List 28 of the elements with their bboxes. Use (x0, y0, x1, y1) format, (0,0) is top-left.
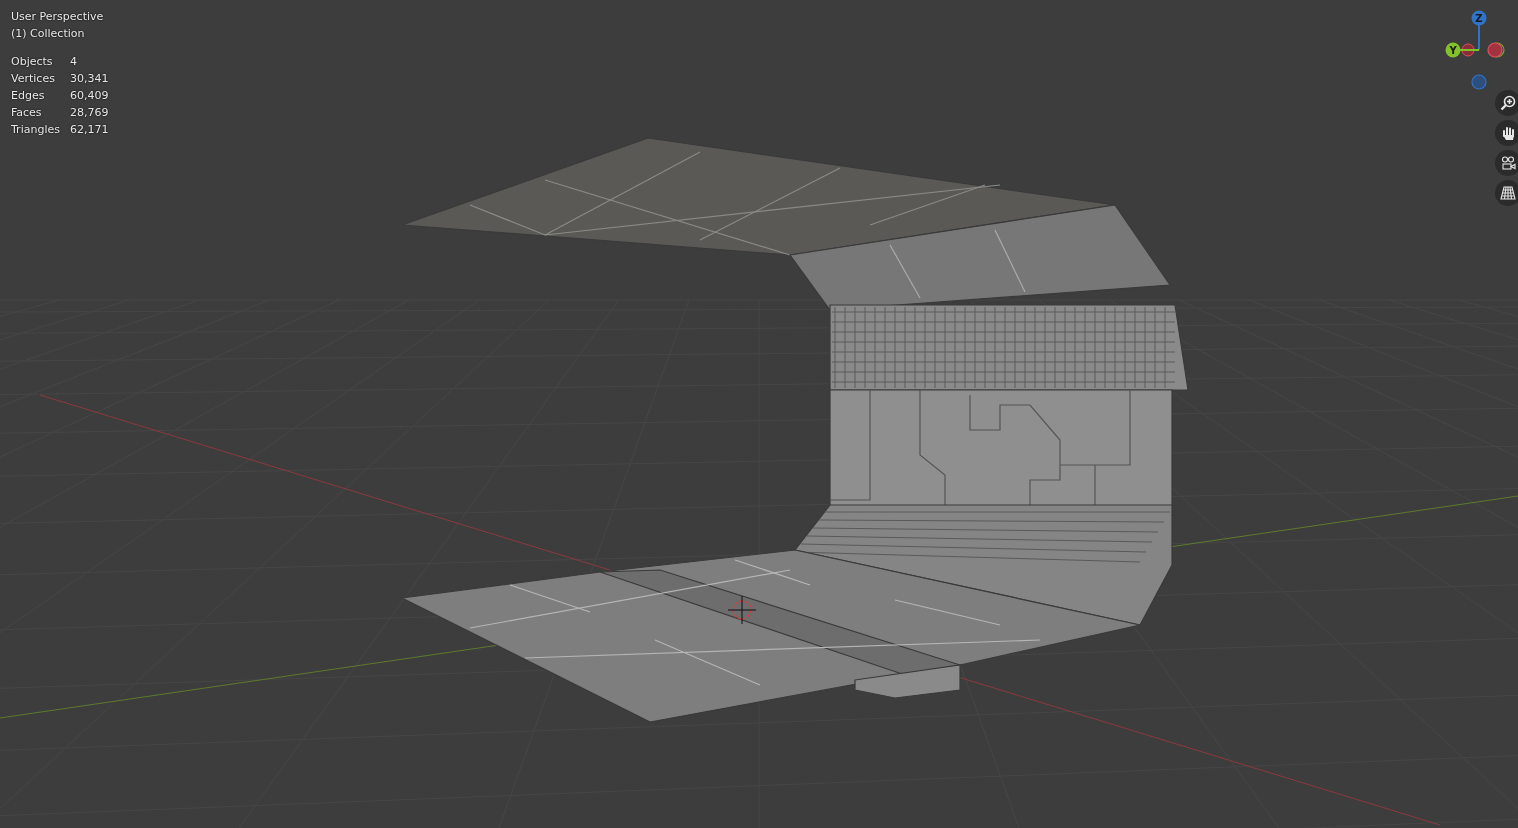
grid-icon (1500, 185, 1516, 201)
stat-label: Objects (11, 54, 54, 70)
zoom-view-button[interactable] (1495, 90, 1518, 116)
zoom-icon (1500, 95, 1516, 111)
view-name: User Perspective (11, 9, 105, 25)
camera-icon (1500, 155, 1516, 171)
stat-value: 60,409 (70, 88, 109, 104)
collection-name: (1) Collection (11, 26, 86, 42)
stat-label: Edges (11, 88, 46, 104)
axis-handle[interactable] (1445, 42, 1461, 58)
negative-z-axis-handle-icon[interactable] (1471, 74, 1487, 90)
axis-handle[interactable] (1471, 10, 1487, 26)
stat-value: 30,341 (70, 71, 109, 87)
pan-view-button[interactable] (1495, 120, 1518, 146)
camera-view-button[interactable] (1495, 150, 1518, 176)
stat-value: 62,171 (70, 122, 109, 138)
stat-label: Faces (11, 105, 43, 121)
x-axis-back-handle-icon[interactable] (1461, 43, 1475, 57)
3d-cursor-icon (727, 595, 757, 625)
x-axis-handle-icon[interactable] (1487, 42, 1505, 58)
hand-icon (1500, 125, 1516, 141)
stat-value: 28,769 (70, 105, 109, 121)
ortho-view-button[interactable] (1495, 180, 1518, 206)
stat-label: Vertices (11, 71, 56, 87)
stat-label: Triangles (11, 122, 61, 138)
axis-label: Z (1475, 12, 1483, 24)
axis-label: Y (1449, 44, 1457, 56)
stat-value: 4 (70, 54, 78, 70)
